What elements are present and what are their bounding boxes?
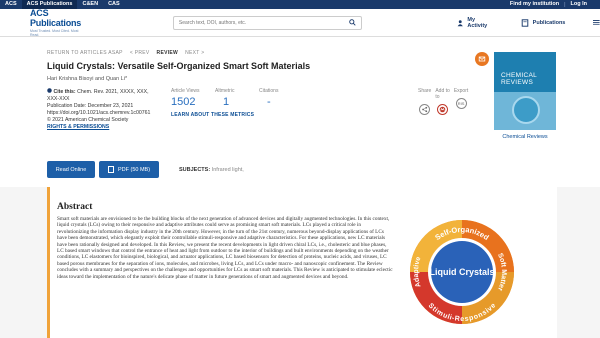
article-navigation: RETURN TO ARTICLES ASAP < PREV REVIEW NE… (47, 50, 204, 56)
share-label: Share (418, 88, 432, 94)
metric-altmetric: Altmetric 1 (215, 88, 255, 108)
book-icon (521, 18, 528, 27)
my-activity-label: My Activity (467, 16, 488, 29)
metric-citations: Citations - (259, 88, 299, 108)
ris-export-icon[interactable]: RIS (455, 98, 467, 109)
metric-label: Article Views (171, 88, 200, 94)
pdf-label: PDF (50 MB) (117, 166, 151, 173)
export-tool[interactable]: Export RIS (454, 88, 468, 115)
my-activity-button[interactable]: My Activity (457, 17, 491, 29)
share-tool[interactable]: Share (418, 88, 431, 115)
logo-tagline: Most Trusted. Most Cited. Most Read. (30, 29, 79, 37)
metric-value: - (267, 96, 271, 108)
share-tools: Share Add to to Export RIS (418, 88, 468, 115)
mail-badge-icon[interactable] (475, 52, 489, 66)
article-type-label: REVIEW (156, 50, 179, 56)
toc-graphic[interactable]: Self-Organized Soft Matter Stimuli-Respo… (408, 218, 516, 326)
export-label: Export (453, 88, 469, 94)
top-bar: ACS ACS Publications C&EN CAS Find my in… (0, 0, 600, 9)
mendeley-icon[interactable] (437, 104, 449, 115)
next-link[interactable]: NEXT > (185, 50, 204, 56)
cite-label: Cite this: (53, 89, 76, 95)
journal-cover[interactable]: CHEMICAL REVIEWS (494, 52, 556, 130)
cover-title-line1: CHEMICAL (501, 72, 537, 79)
publication-date: Publication Date: December 23, 2021 (47, 103, 134, 109)
publications-label: Publications (532, 19, 566, 26)
metric-value: 1502 (171, 96, 196, 108)
metric-article-views: Article Views 1502 (171, 88, 211, 108)
subjects-label: SUBJECTS: (179, 166, 211, 173)
copyright: © 2021 American Chemical Society (47, 117, 129, 123)
article-title: Liquid Crystals: Versatile Self-Organize… (47, 61, 311, 71)
search-icon[interactable] (349, 19, 356, 26)
cover-title: CHEMICAL REVIEWS (501, 72, 537, 86)
search-box[interactable] (172, 15, 362, 30)
doi-link[interactable]: https://doi.org/10.1021/acs.chemrev.1c00… (47, 110, 159, 117)
article-authors[interactable]: Hari Krishna Bisoyi and Quan Li* (47, 76, 127, 82)
return-to-asap-link[interactable]: RETURN TO ARTICLES ASAP (47, 50, 123, 56)
rights-permissions-link[interactable]: RIGHTS & PERMISSIONS (47, 124, 159, 131)
top-bar-right: Find my institution | Log In (505, 0, 600, 9)
citation-block: Cite this: Chem. Rev. 2021, XXXX, XXX, X… (47, 88, 159, 131)
learn-metrics-link[interactable]: LEARN ABOUT THESE METRICS (171, 112, 254, 118)
acs-publications-logo[interactable]: ACS Publications Most Trusted. Most Cite… (30, 8, 88, 37)
add-to-tool[interactable]: Add to to (435, 88, 450, 115)
logo-text: ACS Publications (30, 8, 82, 28)
share-icon[interactable] (419, 104, 431, 115)
search-input[interactable] (178, 19, 349, 26)
publications-button[interactable]: Publications (521, 18, 566, 27)
add-to-label: Add to to (435, 88, 450, 100)
hamburger-menu-icon[interactable] (593, 19, 600, 26)
site-header: ACS Publications Most Trusted. Most Cite… (0, 8, 600, 37)
acs-link[interactable]: ACS (0, 0, 22, 9)
subject-link[interactable]: Infrared light, (212, 167, 244, 173)
metric-label: Altmetric (215, 88, 235, 94)
toc-center-label: Liquid Crystals (429, 267, 494, 277)
abstract-heading: Abstract (57, 202, 93, 212)
abstract-text: Smart soft materials are envisioned to b… (57, 216, 393, 280)
metric-label: Citations (259, 88, 279, 94)
cite-icon (47, 88, 52, 93)
cover-title-line2: REVIEWS (501, 79, 534, 86)
login-link[interactable]: Log In (566, 0, 593, 9)
user-icon (457, 19, 463, 26)
article-metrics: Article Views 1502 Altmetric 1 Citations… (171, 88, 303, 108)
cover-art-shape (512, 96, 540, 124)
cite-line: Cite this: Chem. Rev. 2021, XXXX, XXX, X… (47, 88, 159, 103)
article-actions: Read Online PDF (50 MB) SUBJECTS: Infrar… (47, 161, 244, 178)
find-institution-link[interactable]: Find my institution (505, 0, 564, 9)
metric-value[interactable]: 1 (215, 96, 255, 108)
pdf-download-button[interactable]: PDF (50 MB) (99, 161, 159, 178)
prev-link[interactable]: < PREV (130, 50, 150, 56)
read-online-button[interactable]: Read Online (47, 161, 95, 178)
journal-name-link[interactable]: Chemical Reviews (494, 134, 556, 140)
cas-link[interactable]: CAS (103, 0, 125, 9)
subjects: SUBJECTS: Infrared light, (179, 167, 244, 173)
pdf-icon (107, 166, 114, 173)
